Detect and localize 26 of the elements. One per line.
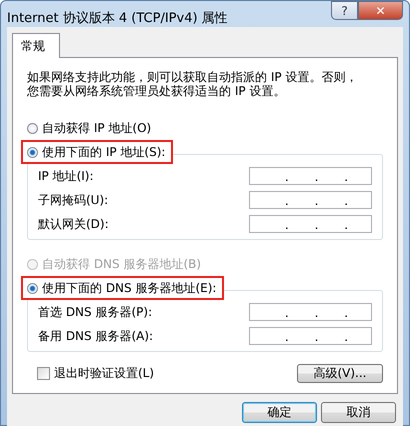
field-label: 备用 DNS 服务器(A): (38, 328, 154, 344)
checkbox-label: 退出时验证设置(L) (54, 365, 154, 382)
ip-address-field[interactable]: . . . (249, 303, 372, 321)
advanced-button[interactable]: 高级(V)... (297, 364, 383, 383)
radio-button[interactable] (27, 282, 38, 294)
radio-label: 使用下面的 IP 地址(S): (42, 144, 166, 160)
radio-button[interactable] (27, 146, 38, 158)
ip-address-field[interactable]: . . . (249, 191, 372, 209)
ip-address-field[interactable]: . . . (249, 215, 372, 233)
field-label: 首选 DNS 服务器(P): (38, 304, 152, 320)
cancel-button[interactable]: 取消 (321, 402, 396, 423)
radio-label: 自动获得 DNS 服务器地址(B) (42, 256, 202, 272)
field-label: 默认网关(D): (38, 216, 109, 232)
description-text: 如果网络支持此功能，则可以获取自动指派的 IP 设置。否则，您需要从网络系统管理员处获得适当的 IP 设置。 (27, 70, 358, 98)
field-label: IP 地址(I): (38, 168, 94, 184)
help-button[interactable]: ? (331, 1, 358, 20)
radio-button[interactable] (27, 122, 38, 134)
window-title: Internet 协议版本 4 (TCP/IPv4) 属性 (7, 10, 228, 27)
field-label: 子网掩码(U): (38, 192, 108, 208)
tab[interactable]: 常规 (12, 33, 60, 58)
checkbox[interactable] (37, 367, 50, 380)
ip-address-field[interactable]: . . . (249, 327, 372, 345)
radio-label: 使用下面的 DNS 服务器地址(E): (42, 280, 216, 296)
ok-button[interactable]: 确定 (242, 402, 317, 423)
radio-label: 自动获得 IP 地址(O) (42, 120, 152, 136)
ip-address-field[interactable]: . . . (249, 167, 372, 185)
